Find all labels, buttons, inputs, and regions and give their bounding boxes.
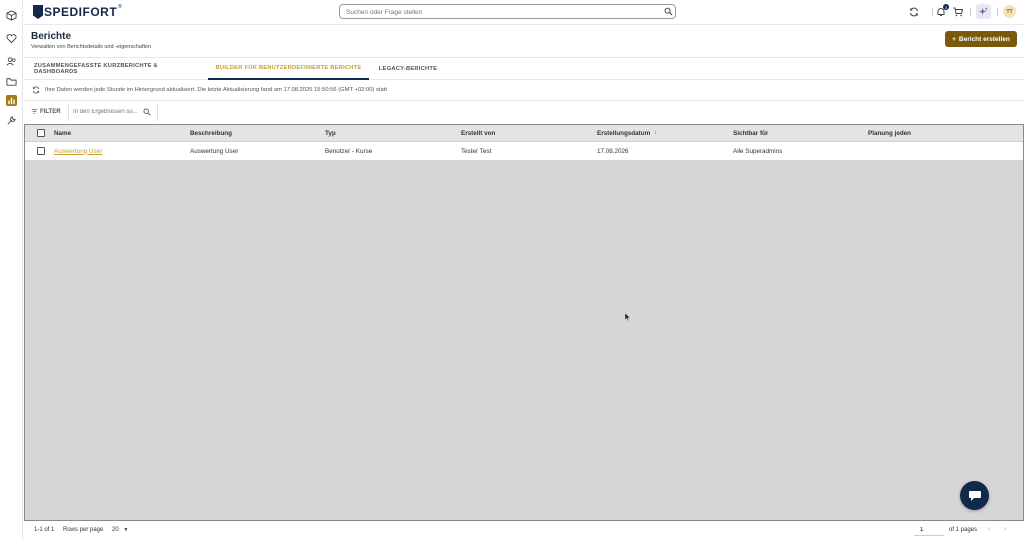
column-header-created-by[interactable]: Erstellt von [461, 125, 495, 141]
select-all-checkbox[interactable] [37, 129, 45, 137]
chat-button[interactable] [960, 481, 989, 510]
folder-icon[interactable] [6, 76, 17, 87]
sync-icon [32, 86, 40, 94]
cell-type: Benutzer - Kurse [325, 147, 373, 155]
plus-icon: + [952, 35, 956, 43]
rows-per-page-select[interactable]: 20 ▼ [112, 527, 128, 533]
page-number-input[interactable] [914, 524, 944, 536]
sparkle-icon [979, 7, 988, 16]
column-header-created-date-label: Erstellungsdatum [597, 129, 651, 137]
results-search [68, 104, 158, 121]
filter-bar: FILTER [24, 101, 1024, 124]
filter-label: FILTER [40, 108, 61, 115]
info-text: Ihre Daten werden jede Stunde im Hinterg… [45, 87, 387, 93]
pagination-range: 1-1 of 1 [34, 527, 55, 533]
filter-button[interactable]: FILTER [31, 108, 61, 115]
refresh-icon[interactable] [909, 7, 919, 17]
column-header-schedule[interactable]: Planung jeden [868, 125, 911, 141]
tools-icon[interactable] [6, 115, 17, 126]
global-search [339, 4, 676, 19]
table-row[interactable]: Auswertung User Auswertung User Benutzer… [25, 142, 1023, 160]
prev-page-icon[interactable]: ‹ [988, 526, 990, 533]
tab-custom-report-builder[interactable]: BUILDER FÜR BENUTZERDEFINIERTE BERICHTE [208, 58, 369, 80]
tab-summary-dashboards[interactable]: ZUSAMMENGEFASSTE KURZBERICHTE & DASHBOAR… [34, 58, 198, 80]
separator [997, 8, 998, 16]
column-header-name[interactable]: Name [54, 125, 71, 141]
separator [932, 8, 933, 16]
logo[interactable]: SPEDIFORT ® [33, 4, 122, 20]
logo-text: SPEDIFORT [44, 5, 118, 19]
total-pages-label: of 1 pages [949, 527, 978, 533]
create-report-label: Bericht erstellen [958, 35, 1010, 43]
column-header-visible-for[interactable]: Sichtbar für [733, 125, 768, 141]
column-header-type[interactable]: Typ [325, 125, 336, 141]
cell-description: Auswertung User [190, 147, 239, 155]
ai-assistant-button[interactable] [976, 4, 991, 19]
report-tabs: ZUSAMMENGEFASSTE KURZBERICHTE & DASHBOAR… [24, 57, 1024, 80]
cart-icon[interactable] [953, 7, 963, 17]
cell-visible-for: Alle Superadmins [733, 147, 783, 155]
report-name-link[interactable]: Auswertung User [54, 148, 102, 155]
tab-legacy-reports[interactable]: LEGACY-BERICHTE [378, 58, 438, 80]
bell-icon[interactable]: 3 [936, 4, 949, 17]
page-title: Berichte [31, 31, 72, 42]
separator [970, 8, 971, 16]
info-bar: Ihre Daten werden jede Stunde im Hinterg… [24, 80, 1024, 101]
cube-icon[interactable] [6, 10, 17, 21]
notification-badge: 3 [943, 4, 949, 10]
logo-registered: ® [118, 4, 122, 10]
row-checkbox[interactable] [37, 147, 45, 155]
table-header: Name Beschreibung Typ Erstellt von Erste… [25, 125, 1023, 142]
results-search-input[interactable] [73, 109, 143, 115]
column-header-created-date[interactable]: Erstellungsdatum ↓ [597, 125, 657, 141]
sort-down-icon[interactable]: ↓ [654, 130, 657, 136]
mouse-cursor-icon [625, 313, 631, 321]
cell-created-by: Tester Test [461, 147, 492, 155]
topbar: SPEDIFORT ® 3 TT [24, 0, 1024, 24]
logo-mark-icon [33, 5, 43, 19]
chat-bubble-icon [968, 490, 981, 501]
sidebar [0, 0, 23, 540]
search-icon[interactable] [143, 108, 151, 116]
reports-icon[interactable] [6, 95, 17, 106]
page-subtitle: Verwalten von Berichtsdetails und -eigen… [31, 44, 152, 50]
rows-per-page-label: Rows per page [63, 527, 104, 533]
avatar[interactable]: TT [1003, 5, 1016, 18]
rows-per-page-value: 20 [112, 527, 119, 533]
reports-table: Name Beschreibung Typ Erstellt von Erste… [24, 124, 1024, 521]
filter-icon [31, 109, 38, 114]
next-page-icon[interactable]: › [1004, 526, 1006, 533]
dropdown-caret-icon: ▼ [123, 527, 129, 533]
create-report-button[interactable]: + Bericht erstellen [945, 31, 1017, 47]
global-search-input[interactable] [346, 8, 646, 16]
heart-icon[interactable] [6, 33, 17, 44]
pagination: 1-1 of 1 Rows per page 20 ▼ of 1 pages ‹… [24, 521, 1024, 540]
page-header: Berichte Verwalten von Berichtsdetails u… [24, 24, 1024, 57]
cell-created-date: 17.08.2026 [597, 147, 629, 155]
column-header-description[interactable]: Beschreibung [190, 125, 232, 141]
search-icon[interactable] [664, 7, 673, 16]
users-icon[interactable] [6, 56, 17, 67]
